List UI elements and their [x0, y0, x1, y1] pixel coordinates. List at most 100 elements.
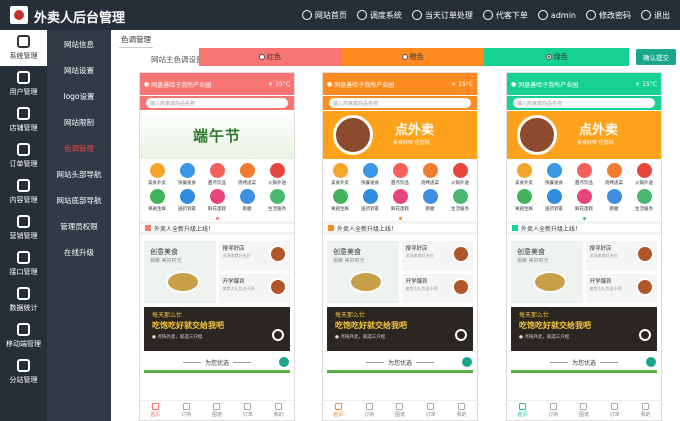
- dark-banner[interactable]: 每天那么忙 吃饱吃好就交给我吧 ● 点快外卖，就选三只松: [511, 307, 657, 351]
- phone-tab[interactable]: 图谱: [569, 401, 600, 420]
- submenu-item-2[interactable]: logo设置: [47, 84, 111, 110]
- float-action-icon[interactable]: [277, 355, 291, 369]
- submenu-item-6[interactable]: 网站底部导航: [47, 188, 111, 214]
- topnav-item-0[interactable]: 网站首页: [301, 10, 347, 21]
- phone-search-input[interactable]: 输入商家或商品名称: [513, 98, 655, 108]
- submenu-item-8[interactable]: 在线升级: [47, 240, 111, 266]
- phone-tab[interactable]: 订单: [599, 401, 630, 420]
- category-item[interactable]: 送药到家: [355, 189, 385, 215]
- promo-card[interactable]: 开学爆到 美食大礼包送不停: [585, 273, 657, 303]
- category-item[interactable]: 送药到家: [539, 189, 569, 215]
- tab-color-management[interactable]: 色调管理: [119, 33, 153, 48]
- phone-tab[interactable]: 我的: [630, 401, 661, 420]
- category-item[interactable]: 跑腿: [599, 189, 629, 215]
- banner[interactable]: 点外卖 美食好味 任您挑: [507, 111, 661, 159]
- confirm-button[interactable]: 确认提交: [636, 49, 676, 65]
- notice-bar[interactable]: 外卖人全新升级上线！: [323, 221, 477, 235]
- phone-tab[interactable]: 首页: [323, 401, 354, 420]
- sidebar-item-3[interactable]: 订单管理: [0, 138, 47, 174]
- sidebar-item-4[interactable]: 内容管理: [0, 174, 47, 210]
- category-item[interactable]: 美食外卖: [142, 163, 172, 189]
- sidebar-item-2[interactable]: 店铺管理: [0, 102, 47, 138]
- category-item[interactable]: 火锅外送: [445, 163, 475, 189]
- submenu-item-3[interactable]: 网站限制: [47, 110, 111, 136]
- category-item[interactable]: 生活服务: [445, 189, 475, 215]
- topnav-item-5[interactable]: 修改密码: [586, 10, 631, 21]
- location[interactable]: ● 同盘善哈子我所产业园: [327, 80, 394, 89]
- submenu-item-0[interactable]: 网站信息: [47, 32, 111, 58]
- category-item[interactable]: 美食外卖: [325, 163, 355, 189]
- category-item[interactable]: 火锅外送: [262, 163, 292, 189]
- radio-button[interactable]: [401, 54, 408, 60]
- phone-tab[interactable]: 图谱: [202, 401, 233, 420]
- promo-card[interactable]: 开学爆到 美食大礼包送不停: [218, 273, 290, 303]
- category-item[interactable]: 烧烤卤菜: [232, 163, 262, 189]
- phone-tab[interactable]: 订购: [354, 401, 385, 420]
- topnav-item-1[interactable]: 调度系统: [356, 10, 402, 21]
- category-item[interactable]: 美食外卖: [509, 163, 539, 189]
- phone-tab[interactable]: 首页: [507, 401, 538, 420]
- phone-tab[interactable]: 首页: [140, 401, 171, 420]
- phone-tab[interactable]: 图谱: [385, 401, 416, 420]
- sidebar-item-1[interactable]: 用户管理: [0, 66, 47, 102]
- radio-button[interactable]: [259, 54, 265, 60]
- location[interactable]: ● 同盘善哈子我所产业园: [511, 80, 578, 89]
- category-item[interactable]: 生活服务: [629, 189, 659, 215]
- banner[interactable]: 点外卖 美食好味 任您挑: [323, 111, 477, 159]
- banner[interactable]: 端午节: [140, 111, 294, 159]
- category-item[interactable]: 送药到家: [172, 189, 202, 215]
- promo-card[interactable]: 开学爆到 美食大礼包送不停: [401, 273, 473, 303]
- category-item[interactable]: 果蔬生鲜: [509, 189, 539, 215]
- category-item[interactable]: 快餐速食: [172, 163, 202, 189]
- submenu-item-5[interactable]: 网站头部导航: [47, 162, 111, 188]
- phone-tab[interactable]: 订购: [171, 401, 202, 420]
- promo-main[interactable]: 创意美食 相聚 美好时光: [144, 241, 216, 303]
- category-item[interactable]: 果蔬生鲜: [325, 189, 355, 215]
- sidebar-item-9[interactable]: 分站管理: [0, 354, 47, 390]
- category-item[interactable]: 鲜花蛋糕: [569, 189, 599, 215]
- promo-main[interactable]: 创意美食 相聚 美好时光: [511, 241, 583, 303]
- phone-tab[interactable]: 订单: [232, 401, 263, 420]
- topnav-item-3[interactable]: 代客下单: [482, 10, 528, 21]
- phone-tab[interactable]: 订购: [538, 401, 569, 420]
- category-item[interactable]: 火锅外送: [629, 163, 659, 189]
- sidebar-item-6[interactable]: 接口管理: [0, 246, 47, 282]
- phone-tab[interactable]: 我的: [446, 401, 477, 420]
- topnav-item-4[interactable]: admin: [537, 10, 576, 20]
- phone-tab[interactable]: 订单: [415, 401, 446, 420]
- dark-banner[interactable]: 每天那么忙 吃饱吃好就交给我吧 ● 点快外卖，就选三只松: [144, 307, 290, 351]
- category-item[interactable]: 甜点饮品: [385, 163, 415, 189]
- radio-button[interactable]: [545, 54, 552, 60]
- submenu-item-7[interactable]: 管理员权限: [47, 214, 111, 240]
- float-action-icon[interactable]: [644, 355, 658, 369]
- category-item[interactable]: 烧烤卤菜: [599, 163, 629, 189]
- promo-main[interactable]: 创意美食 相聚 美好时光: [327, 241, 399, 303]
- phone-tab[interactable]: 我的: [263, 401, 294, 420]
- sidebar-item-7[interactable]: 数据统计: [0, 282, 47, 318]
- float-action-icon[interactable]: [460, 355, 474, 369]
- color-option-2[interactable]: 绿色: [484, 48, 629, 66]
- phone-search-input[interactable]: 输入商家或商品名称: [329, 98, 471, 108]
- submenu-item-4[interactable]: 色调管理: [47, 136, 111, 162]
- category-item[interactable]: 跑腿: [415, 189, 445, 215]
- category-item[interactable]: 鲜花蛋糕: [385, 189, 415, 215]
- category-item[interactable]: 甜点饮品: [569, 163, 599, 189]
- category-item[interactable]: 快餐速食: [355, 163, 385, 189]
- category-item[interactable]: 果蔬生鲜: [142, 189, 172, 215]
- submenu-item-1[interactable]: 网站设置: [47, 58, 111, 84]
- location[interactable]: ● 同盘善哈子我所产业园: [144, 80, 211, 89]
- sidebar-item-5[interactable]: 营销管理: [0, 210, 47, 246]
- promo-card[interactable]: 搜寻好店 发现美食好去处: [218, 241, 290, 271]
- category-item[interactable]: 跑腿: [232, 189, 262, 215]
- topnav-item-2[interactable]: 当天订单处理: [411, 10, 473, 21]
- promo-card[interactable]: 搜寻好店 发现美食好去处: [401, 241, 473, 271]
- dark-banner[interactable]: 每天那么忙 吃饱吃好就交给我吧 ● 点快外卖，就选三只松: [327, 307, 473, 351]
- category-item[interactable]: 快餐速食: [539, 163, 569, 189]
- phone-search-input[interactable]: 输入商家或商品名称: [146, 98, 288, 108]
- promo-card[interactable]: 搜寻好店 发现美食好去处: [585, 241, 657, 271]
- color-option-0[interactable]: 红色: [199, 48, 341, 66]
- sidebar-item-0[interactable]: 系统管理: [0, 30, 47, 66]
- sidebar-item-8[interactable]: 移动端管理: [0, 318, 47, 354]
- category-item[interactable]: 烧烤卤菜: [415, 163, 445, 189]
- color-option-1[interactable]: 橙色: [341, 48, 484, 66]
